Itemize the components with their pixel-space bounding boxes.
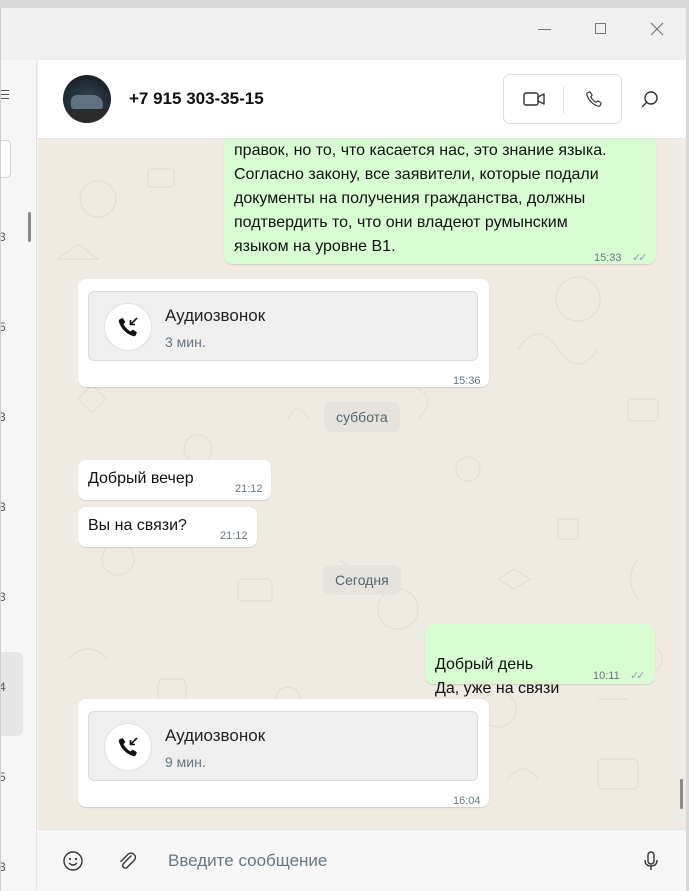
chat-scrollbar[interactable]	[680, 779, 683, 809]
emoji-icon	[63, 851, 83, 871]
sidebar-item-active[interactable]	[1, 652, 23, 736]
incoming-call-icon	[104, 303, 152, 351]
sidebar-item-fragment[interactable]: 5	[1, 770, 6, 784]
microphone-icon	[644, 851, 658, 870]
contact-avatar[interactable]	[63, 75, 111, 123]
video-camera-icon	[522, 92, 545, 106]
sidebar-item-fragment[interactable]: 3	[1, 590, 6, 604]
close-button[interactable]	[646, 18, 668, 40]
message-time: 15:33	[594, 252, 622, 264]
menu-icon[interactable]	[1, 90, 9, 100]
sidebar-item-fragment[interactable]: 3	[1, 410, 6, 424]
search-icon	[641, 91, 658, 108]
message-time: 16:04	[453, 795, 481, 807]
minimize-button[interactable]	[534, 18, 556, 40]
incoming-call-icon	[104, 723, 152, 771]
incoming-call-message[interactable]: Аудиозвонок 3 мин. 15:36	[78, 279, 489, 387]
sidebar-scrollbar[interactable]	[28, 212, 31, 242]
sidebar-item-fragment[interactable]: 3	[1, 500, 6, 514]
search-button[interactable]	[638, 88, 662, 112]
message-time: 21:12	[220, 530, 248, 542]
voice-record-button[interactable]	[638, 848, 664, 874]
chat-header: +7 915 303-35-15	[38, 60, 686, 139]
date-separator: суббота	[324, 402, 400, 432]
read-receipt-icon: ✓✓	[630, 670, 646, 682]
message-time: 15:36	[453, 375, 481, 387]
outgoing-message[interactable]: Добрый день Да, уже на связи 10:11 ✓✓	[425, 624, 655, 697]
message-input[interactable]	[168, 846, 618, 876]
call-card[interactable]: Аудиозвонок 3 мин.	[88, 291, 478, 361]
message-text: правок, но то, что касается нас, это зна…	[234, 142, 607, 255]
message-composer	[38, 829, 686, 891]
call-title: Аудиозвонок	[165, 726, 266, 745]
maximize-button[interactable]	[590, 18, 612, 40]
call-title: Аудиозвонок	[165, 306, 266, 325]
message-text: Добрый вечер	[88, 470, 194, 487]
maximize-icon	[595, 23, 606, 34]
chat-list-sidebar: 3 5 3 3 3 4 5 3	[1, 60, 37, 891]
voice-call-button[interactable]	[564, 75, 623, 123]
sidebar-item-fragment[interactable]: 4	[1, 680, 6, 694]
message-text: Вы на связи?	[88, 517, 187, 534]
attach-button[interactable]	[114, 848, 140, 874]
sidebar-search-box[interactable]	[1, 140, 11, 178]
sidebar-item-fragment[interactable]: 3	[1, 230, 6, 244]
incoming-message[interactable]: Добрый вечер 21:12	[78, 460, 271, 500]
video-call-button[interactable]	[504, 75, 563, 123]
call-duration: 9 мин.	[165, 754, 206, 770]
title-bar	[1, 8, 686, 60]
minimize-icon	[538, 29, 551, 30]
incoming-message[interactable]: Вы на связи? 21:12	[78, 507, 257, 547]
close-icon	[650, 22, 664, 36]
app-window: 3 5 3 3 3 4 5 3 +7 915 303-35-15	[0, 8, 686, 891]
call-card[interactable]: Аудиозвонок 9 мин.	[88, 711, 478, 781]
emoji-button[interactable]	[60, 848, 86, 874]
message-time: 21:12	[235, 483, 263, 495]
date-separator: Сегодня	[323, 565, 401, 595]
sidebar-item-fragment[interactable]: 5	[1, 320, 6, 334]
incoming-call-message[interactable]: Аудиозвонок 9 мин. 16:04	[78, 699, 489, 807]
paperclip-icon	[120, 852, 137, 869]
phone-icon	[585, 91, 602, 107]
message-area[interactable]: правок, но то, что касается нас, это зна…	[38, 139, 686, 829]
contact-name[interactable]: +7 915 303-35-15	[129, 89, 264, 109]
outgoing-message[interactable]: правок, но то, что касается нас, это зна…	[224, 139, 656, 264]
sidebar-item-fragment[interactable]: 3	[1, 860, 6, 874]
message-time: 10:11	[593, 670, 620, 682]
read-receipt-icon: ✓✓	[632, 252, 648, 264]
call-buttons-group	[503, 74, 622, 124]
call-duration: 3 мин.	[165, 334, 206, 350]
